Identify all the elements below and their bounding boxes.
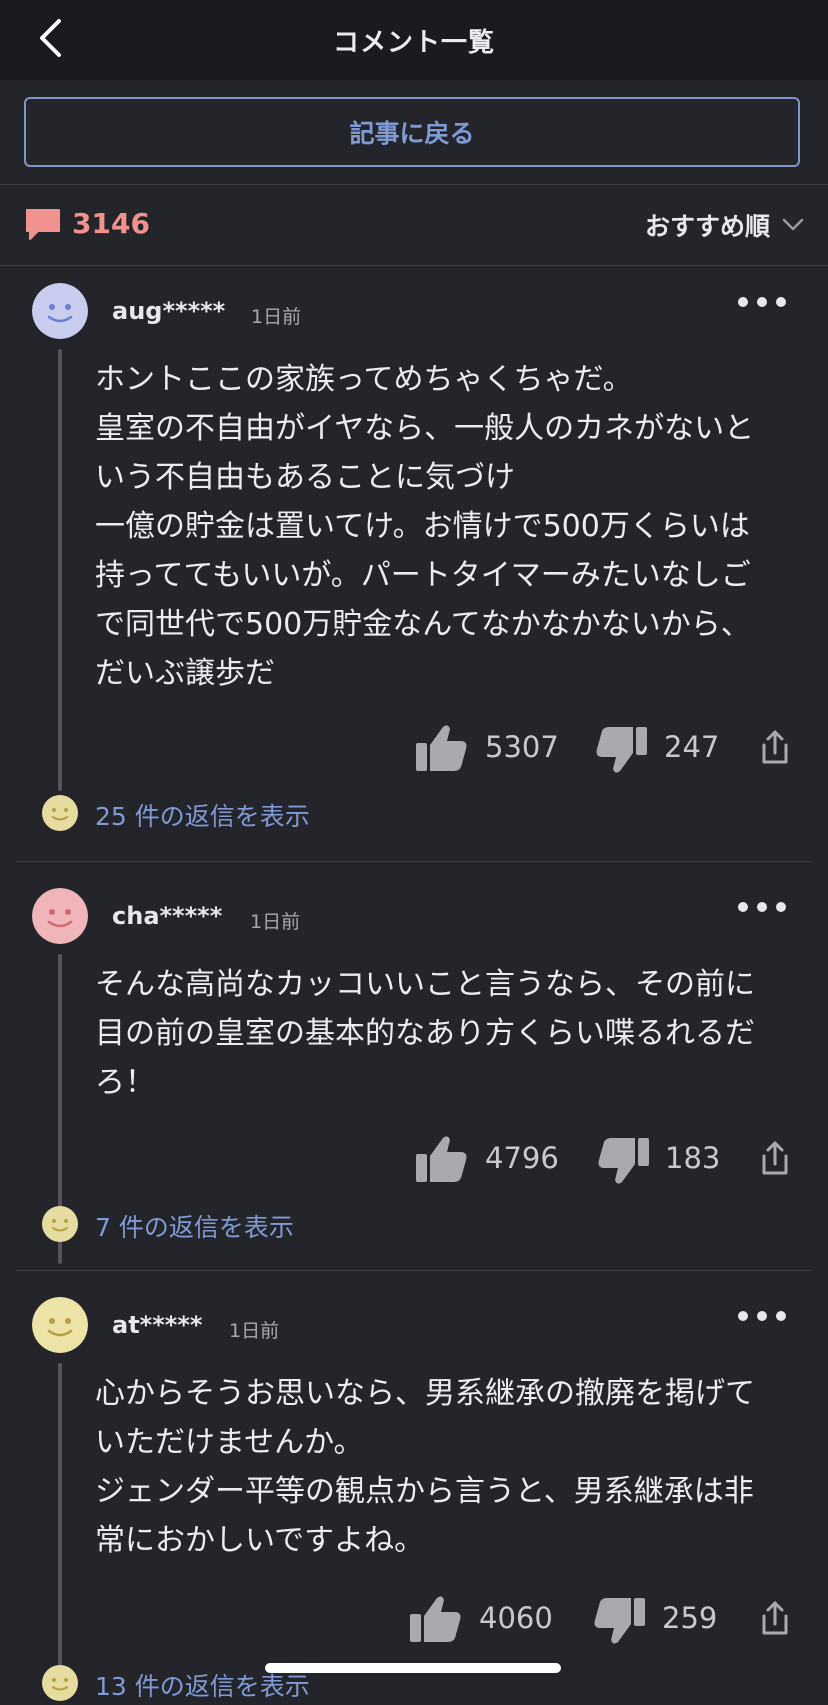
thumbs-up-icon[interactable] — [409, 1594, 463, 1644]
home-indicator[interactable] — [265, 1663, 561, 1673]
divider — [0, 265, 828, 266]
chevron-left-icon — [40, 19, 61, 57]
like-count: 4796 — [485, 1141, 559, 1175]
username[interactable]: at***** — [112, 1311, 202, 1339]
comment-bubble-icon — [26, 209, 60, 240]
back-button[interactable] — [30, 16, 70, 60]
sort-dropdown[interactable]: おすすめ順 — [645, 207, 804, 243]
comment-count: 3146 — [72, 207, 150, 240]
comment-actions: 5307 247 — [0, 721, 828, 777]
divider — [16, 1270, 812, 1271]
share-icon[interactable] — [760, 729, 790, 765]
timestamp: 1日前 — [229, 1320, 280, 1342]
view-replies-button[interactable]: 7 件の返信を表示 — [0, 1206, 828, 1246]
return-to-article-button[interactable]: 記事に戻る — [24, 97, 800, 167]
comment-body: ホントここの家族ってめちゃくちゃだ。 皇室の不自由がイヤなら、一般人のカネがない… — [95, 362, 755, 691]
sort-label: おすすめ順 — [644, 212, 770, 241]
thumbs-down-icon[interactable] — [592, 1596, 646, 1646]
username[interactable]: aug***** — [112, 297, 225, 325]
dislike-count: 247 — [664, 730, 720, 764]
view-replies-label: 7 件の返信を表示 — [95, 1213, 294, 1242]
timestamp: 1日前 — [251, 306, 302, 328]
avatar — [32, 888, 88, 944]
more-options-icon[interactable] — [736, 295, 788, 309]
avatar-icon — [42, 1206, 78, 1242]
comment-actions: 4796 183 — [0, 1132, 828, 1188]
like-count: 4060 — [479, 1601, 553, 1635]
username[interactable]: cha***** — [112, 902, 222, 930]
timestamp: 1日前 — [250, 911, 301, 933]
comment-item: at***** 1日前 心からそうお思いなら、男系継承の撤廃を掲げて いただけま… — [0, 1297, 828, 1701]
comment-body: 心からそうお思いなら、男系継承の撤廃を掲げて いただけませんか。 ジェンダー平等… — [95, 1376, 755, 1558]
view-replies-button[interactable]: 25 件の返信を表示 — [0, 795, 828, 835]
top-bar: コメント一覧 — [0, 0, 828, 80]
avatar — [32, 1297, 88, 1353]
like-count: 5307 — [485, 730, 559, 764]
avatar — [32, 283, 88, 339]
divider — [16, 861, 812, 862]
thumbs-down-icon[interactable] — [594, 725, 648, 775]
more-options-icon[interactable] — [736, 900, 788, 914]
dislike-count: 259 — [662, 1601, 718, 1635]
comment-item: cha***** 1日前 そんな高尚なカッコいいこと言うなら、その前に 目の前の… — [0, 888, 828, 1264]
comment-item: aug***** 1日前 ホントここの家族ってめちゃくちゃだ。 皇室の不自由がイ… — [0, 283, 828, 843]
comment-count-row: 3146 おすすめ順 — [0, 185, 828, 265]
page-title: コメント一覧 — [332, 27, 495, 58]
thumbs-up-icon[interactable] — [415, 1134, 469, 1184]
share-icon[interactable] — [760, 1600, 790, 1636]
dislike-count: 183 — [665, 1141, 721, 1175]
avatar-icon — [42, 1665, 78, 1701]
view-replies-label: 25 件の返信を表示 — [95, 802, 310, 831]
chevron-down-icon — [782, 218, 804, 231]
thumbs-up-icon[interactable] — [415, 723, 469, 773]
avatar-icon — [42, 795, 78, 831]
thumbs-down-icon[interactable] — [596, 1136, 650, 1186]
share-icon[interactable] — [760, 1140, 790, 1176]
comment-actions: 4060 259 — [0, 1592, 828, 1648]
comment-body: そんな高尚なカッコいいこと言うなら、その前に 目の前の皇室の基本的なあり方くらい… — [95, 967, 755, 1100]
more-options-icon[interactable] — [736, 1309, 788, 1323]
